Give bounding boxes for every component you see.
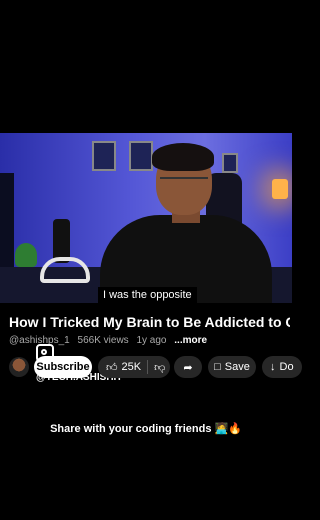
monitor: [0, 173, 14, 273]
thumbs-down-icon[interactable]: 👎︎: [154, 361, 165, 374]
wall-frame: [222, 153, 238, 173]
wall-frame: [129, 141, 153, 171]
like-count: 25K: [121, 361, 142, 373]
video-title[interactable]: How I Tricked My Brain to Be Addicted to…: [9, 313, 290, 331]
save-label: Save: [224, 361, 250, 373]
save-button[interactable]: □ Save: [208, 356, 256, 378]
share-overlay-text: Share with your coding friends 🧑‍💻🔥: [50, 423, 242, 435]
divider: [147, 360, 149, 374]
glasses: [160, 177, 208, 189]
upload-age: 1y ago: [136, 335, 167, 346]
download-icon: ↓: [270, 361, 276, 373]
share-arrow-icon: ➦: [183, 361, 193, 374]
download-button[interactable]: ↓ Do: [262, 356, 302, 378]
more-link[interactable]: ...more: [174, 335, 207, 346]
bookmark-icon: □: [214, 361, 221, 373]
view-count: 566K views: [77, 335, 129, 346]
wall-frame: [92, 141, 116, 171]
video-caption: I was the opposite: [98, 287, 197, 303]
avatar[interactable]: [9, 357, 29, 377]
headphones: [40, 257, 90, 283]
like-dislike-group[interactable]: 👍︎ 25K 👎︎: [98, 356, 170, 378]
thumbs-up-icon[interactable]: 👍︎: [106, 361, 118, 374]
download-label: Do: [279, 361, 294, 373]
share-button[interactable]: ➦: [174, 356, 202, 378]
person-hair: [152, 143, 214, 171]
lamp: [272, 179, 288, 199]
video-player[interactable]: I was the opposite: [0, 133, 292, 303]
plant: [15, 243, 37, 267]
